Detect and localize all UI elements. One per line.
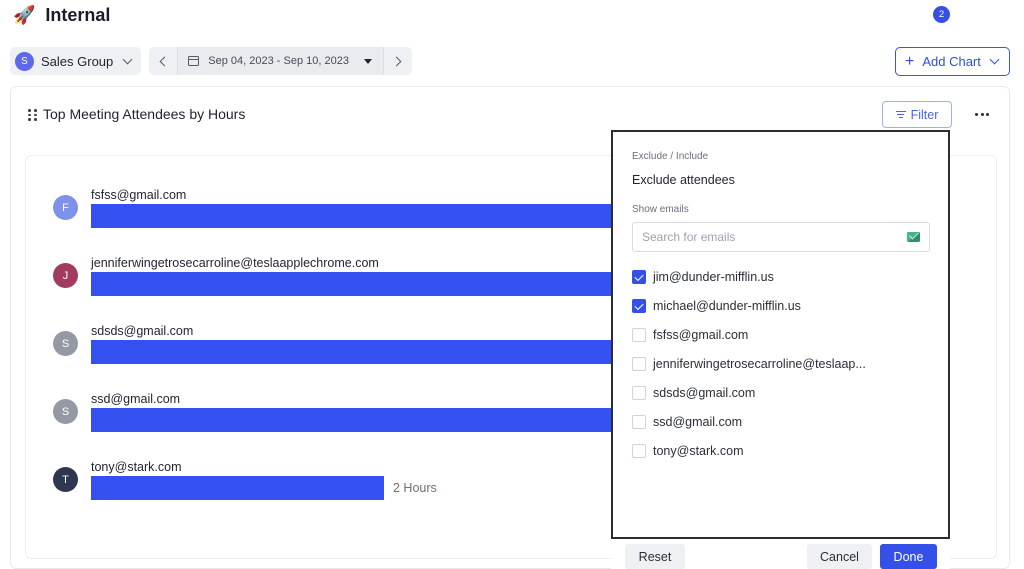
attendee-avatar: S [53,399,78,424]
attendee-email: sdsds@gmail.com [91,324,194,338]
chart-bar[interactable] [91,272,651,296]
chevron-down-icon [122,54,133,64]
attendee-email: jenniferwingetrosecarroline@teslaapplech… [91,256,379,270]
done-button[interactable]: Done [880,544,937,569]
chart-bar[interactable] [91,408,651,432]
cancel-button[interactable]: Cancel [807,544,872,569]
attendee-email: ssd@gmail.com [91,392,181,406]
email-option[interactable]: tony@stark.com [632,442,744,460]
attendee-avatar: S [53,331,78,356]
chart-title: Top Meeting Attendees by Hours [43,106,246,122]
email-checkbox[interactable] [632,357,646,371]
date-range-select[interactable]: Sep 04, 2023 - Sep 10, 2023 [177,47,384,75]
email-search-input[interactable] [642,230,882,244]
group-label: Sales Group [41,53,114,69]
page-title: Internal [45,4,111,25]
email-option-label: michael@dunder-mifflin.us [653,299,801,313]
email-checkbox[interactable] [632,299,646,313]
email-option[interactable]: ssd@gmail.com [632,413,742,431]
page: 🚀 Internal S Sales Group Sep 04, 2023 - … [0,0,1024,569]
date-range-text: Sep 04, 2023 - Sep 10, 2023 [208,55,349,67]
email-option[interactable]: jim@dunder-mifflin.us [632,268,774,286]
email-option-label: ssd@gmail.com [653,415,743,429]
email-checkbox[interactable] [632,270,646,284]
filter-count-badge: 2 [933,6,950,23]
more-options-icon[interactable] [975,113,989,116]
rocket-icon: 🚀 [13,5,36,25]
attendee-email: tony@stark.com [91,460,182,474]
email-option-label: fsfss@gmail.com [653,328,749,342]
chart-bar[interactable] [91,204,651,228]
bar-value-label: 2 Hours [393,481,437,495]
reset-button[interactable]: Reset [625,544,685,569]
filter-popover: Exclude / Include Exclude attendees Show… [611,130,950,539]
chevron-left-icon [159,56,170,66]
email-option[interactable]: jenniferwingetrosecarroline@teslaap... [632,355,866,373]
email-option-label: jim@dunder-mifflin.us [653,270,774,284]
app-header: 🚀 Internal [13,3,110,27]
group-select[interactable]: S Sales Group [10,47,142,75]
email-option-label: jenniferwingetrosecarroline@teslaap... [653,357,866,371]
filter-label: Filter [910,107,939,122]
email-option-label: tony@stark.com [653,444,744,458]
exclude-attendees-toggle[interactable]: Exclude attendees [632,173,735,187]
attendee-avatar: J [53,263,78,288]
attendee-avatar: F [53,195,78,220]
email-checkbox[interactable] [632,415,646,429]
chart-bar[interactable] [91,340,651,364]
email-option-label: sdsds@gmail.com [653,386,756,400]
toolbar: S Sales Group Sep 04, 2023 - Sep 10, 202… [10,47,412,75]
filter-icon [895,110,906,119]
plus-icon: + [905,52,915,70]
filter-button[interactable]: Filter [882,101,952,128]
email-checkbox[interactable] [632,328,646,342]
email-option[interactable]: michael@dunder-mifflin.us [632,297,801,315]
add-chart-button[interactable]: + Add Chart [895,47,1010,76]
email-checkbox[interactable] [632,386,646,400]
drag-handle-icon[interactable] [28,109,37,121]
previous-range-button[interactable] [149,47,177,75]
chevron-down-icon [989,54,1000,65]
email-option[interactable]: fsfss@gmail.com [632,326,748,344]
attendee-email: fsfss@gmail.com [91,188,187,202]
exclude-include-label: Exclude / Include [632,151,709,162]
mail-icon [907,232,920,242]
group-avatar: S [15,51,34,71]
next-range-button[interactable] [384,47,412,75]
email-checkbox[interactable] [632,444,646,458]
caret-down-icon [363,58,372,64]
show-emails-label: Show emails [632,204,689,215]
attendee-avatar: T [53,467,78,492]
email-search-field [632,222,930,252]
chart-bar[interactable] [91,476,384,500]
email-option[interactable]: sdsds@gmail.com [632,384,755,402]
calendar-icon [188,56,200,66]
add-chart-label: Add Chart [922,54,981,69]
chevron-right-icon [391,56,402,66]
date-range-picker: Sep 04, 2023 - Sep 10, 2023 [149,47,412,75]
